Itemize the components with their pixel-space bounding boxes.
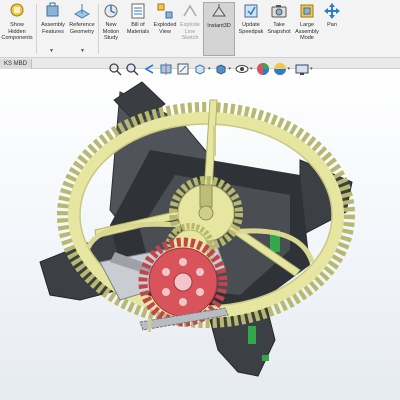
- exploded-view-icon: [157, 3, 173, 19]
- assembly-features-dropdown-arrow[interactable]: ▼: [49, 48, 54, 54]
- chevron-down-icon[interactable]: ▾: [229, 66, 232, 72]
- display-style-icon[interactable]: [214, 62, 228, 76]
- heads-up-view-toolbar: ▾ ▾ ▾ ▾ ▾: [108, 60, 313, 78]
- chevron-down-icon[interactable]: ▾: [288, 66, 291, 72]
- gear-assembly-model[interactable]: [0, 69, 400, 400]
- new-motion-study-button[interactable]: New Motion Study: [99, 2, 123, 56]
- update-speedpak-icon: [244, 4, 258, 18]
- ribbon-label: Explode Line Sketch: [180, 22, 200, 42]
- green-pin: [262, 355, 269, 361]
- ribbon-label: New Motion Study: [102, 22, 120, 42]
- instant3d-button[interactable]: Instant3D: [203, 2, 235, 56]
- explode-line-sketch-icon: [183, 4, 197, 17]
- large-assembly-mode-icon: [300, 4, 314, 18]
- doc-tab-ks-mbd[interactable]: KS MBD: [0, 59, 33, 69]
- camera-icon: [271, 5, 287, 18]
- show-hidden-components-icon: [10, 3, 24, 17]
- ribbon-separator: [36, 4, 37, 54]
- ribbon-label: Instant3D: [207, 23, 231, 29]
- section-view-icon[interactable]: [159, 62, 173, 76]
- explode-line-sketch-button[interactable]: Explode Line Sketch: [178, 2, 202, 56]
- pan-icon: [324, 3, 340, 19]
- shaft: [213, 126, 216, 156]
- chevron-down-icon[interactable]: ▾: [310, 66, 313, 72]
- ribbon-label: Update Speedpak: [238, 22, 264, 35]
- shaft: [148, 318, 151, 332]
- hide-show-items-icon[interactable]: [235, 62, 249, 76]
- edit-appearance-icon[interactable]: [256, 62, 270, 76]
- update-speedpak-button[interactable]: Update Speedpak: [236, 2, 266, 56]
- zoom-to-fit-icon[interactable]: [108, 62, 122, 76]
- reference-geometry-icon: [73, 4, 91, 19]
- ribbon-label: Assembly Features: [41, 22, 65, 35]
- dynamic-annotation-view-icon[interactable]: [176, 62, 190, 76]
- show-hidden-components-button[interactable]: Show Hidden Components: [1, 2, 33, 56]
- instant3d-icon: [212, 4, 226, 17]
- large-assembly-mode-button[interactable]: Large Assembly Mode: [292, 2, 322, 56]
- chevron-down-icon[interactable]: ▾: [250, 66, 253, 72]
- graphics-viewport[interactable]: [0, 69, 400, 400]
- ribbon-label: Large Assembly Mode: [295, 22, 319, 42]
- apply-scene-icon[interactable]: [273, 62, 287, 76]
- reference-geometry-dropdown-arrow[interactable]: ▼: [80, 48, 85, 54]
- command-manager-ribbon: Show Hidden Components Assembly Features…: [0, 0, 400, 58]
- take-snapshot-button[interactable]: Take Snapshot: [266, 2, 292, 56]
- ribbon-label: Take Snapshot: [267, 22, 291, 35]
- view-settings-icon[interactable]: [295, 62, 309, 76]
- bill-of-materials-icon: [131, 3, 145, 19]
- green-pin: [248, 326, 256, 344]
- ribbon-label: Show Hidden Components: [1, 22, 33, 42]
- pan-button[interactable]: Pan: [322, 2, 342, 56]
- ribbon-label: Pan: [327, 22, 337, 28]
- previous-view-icon[interactable]: [142, 62, 156, 76]
- chevron-down-icon[interactable]: ▾: [208, 66, 211, 72]
- motion-study-icon: [104, 4, 118, 18]
- zoom-to-area-icon[interactable]: [125, 62, 139, 76]
- ribbon-label: Exploded View: [153, 22, 177, 35]
- exploded-view-button[interactable]: Exploded View: [153, 2, 177, 56]
- ribbon-label: Bill of Materials: [126, 22, 150, 35]
- view-orientation-icon[interactable]: [193, 62, 207, 76]
- assembly-features-icon: [46, 2, 59, 17]
- ribbon-label: Reference Geometry: [69, 22, 95, 35]
- bill-of-materials-button[interactable]: Bill of Materials: [124, 2, 152, 56]
